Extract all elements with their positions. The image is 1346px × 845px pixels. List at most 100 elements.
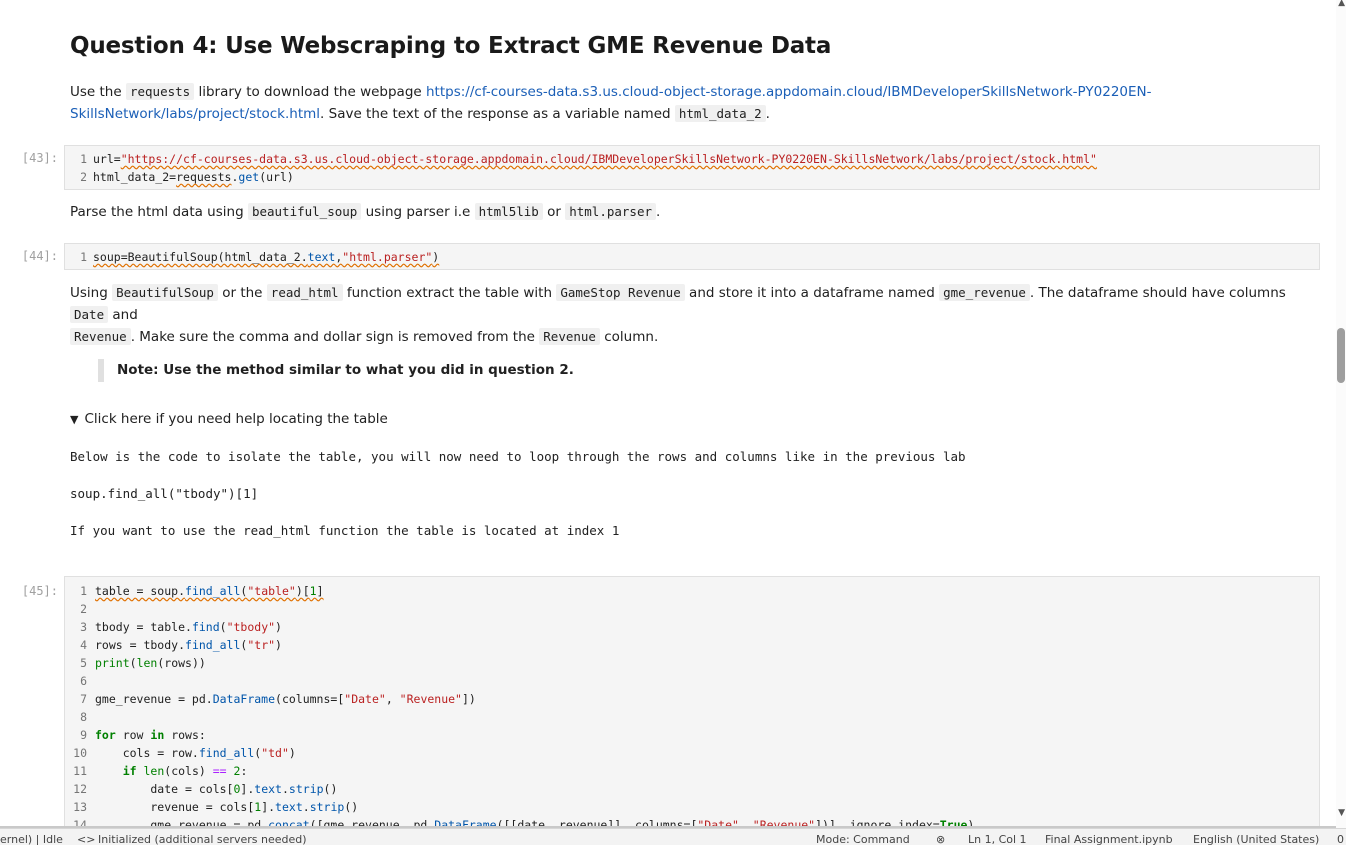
gme-revenue-code: gme_revenue xyxy=(939,284,1030,301)
code-token: requests xyxy=(176,170,232,184)
line-number: 6 xyxy=(80,674,87,688)
line-number: 10 xyxy=(73,746,87,760)
parse-text-2: using parser i.e xyxy=(365,204,471,220)
code-text: soup=BeautifulSoup(html_data_2.text,"htm… xyxy=(93,248,439,266)
line-number: 3 xyxy=(80,620,87,634)
code-line: 5 print(len(rows)) xyxy=(65,654,1319,672)
code-text: if len(cols) == 2: xyxy=(122,764,248,778)
code-line: 10 cols = row.find_all("td") xyxy=(65,744,1319,762)
line-number: 2 xyxy=(80,170,87,184)
triangle-down-icon: ▼ xyxy=(70,413,79,426)
code-text: rows = tbody.find_all("tr") xyxy=(95,638,282,652)
code-line: 2 xyxy=(65,600,1319,618)
code-line: 9 for row in rows: xyxy=(65,726,1319,744)
details-text-2: soup.find_all("tbody")[1] xyxy=(70,486,259,501)
scroll-down-icon[interactable]: ▼ xyxy=(1338,808,1345,818)
details-text-1: Below is the code to isolate the table, … xyxy=(70,449,966,464)
close-circle-icon[interactable]: ⊗ xyxy=(936,833,945,845)
notification-count[interactable]: 0 xyxy=(1337,833,1344,845)
code-token: url= xyxy=(93,152,121,166)
html5lib-code: html5lib xyxy=(474,203,543,220)
code-token: get xyxy=(238,170,260,184)
code-text: url="https://cf-courses-data.s3.us.cloud… xyxy=(93,150,1097,168)
code-text: html_data_2=requests.get(url) xyxy=(93,168,294,186)
code-cell-43[interactable]: 1 url="https://cf-courses-data.s3.us.clo… xyxy=(64,145,1320,190)
using-text: Using xyxy=(70,285,108,301)
code-line: 1 soup=BeautifulSoup(html_data_2.text,"h… xyxy=(65,248,1319,266)
read-html-code: read_html xyxy=(266,284,343,301)
code-line: 2 html_data_2=requests.get(url) xyxy=(65,168,1319,186)
cell-45-prompt: [45]: xyxy=(21,584,58,598)
code-line: 1 url="https://cf-courses-data.s3.us.clo… xyxy=(65,150,1319,168)
code-token: html_data_2= xyxy=(93,170,177,184)
using-text: column. xyxy=(604,329,659,345)
code-token: soup=BeautifulSoup(html_data_2. xyxy=(93,250,308,264)
using-text: and store it into a dataframe named xyxy=(689,285,935,301)
revenue-code: Revenue xyxy=(70,328,131,345)
link-part-1: https://cf-courses-data.s3.us.cloud-obje… xyxy=(426,84,1152,100)
code-token: "html.parser" xyxy=(342,250,433,264)
details-summary[interactable]: ▼ Click here if you need help locating th… xyxy=(70,409,388,430)
status-bar: ernel) | Idle <> Initialized (additional… xyxy=(0,828,1346,845)
date-code: Date xyxy=(70,306,109,323)
parse-text-4: . xyxy=(656,204,661,220)
code-cell-45[interactable]: 1 table = soup.find_all("table")[1] 2 3 tb… xyxy=(64,576,1320,828)
line-number: 7 xyxy=(80,692,87,706)
code-text: for row in rows: xyxy=(95,728,206,742)
line-number: 4 xyxy=(80,638,87,652)
scrollbar-thumb[interactable] xyxy=(1337,328,1345,383)
using-paragraph: Using BeautifulSoup or the read_html fun… xyxy=(70,282,1310,348)
url-string: "https://cf-courses-data.s3.us.cloud-obj… xyxy=(120,152,1097,166)
using-text: . The dataframe should have columns xyxy=(1029,285,1286,301)
lsp-status[interactable]: Initialized (additional servers needed) xyxy=(98,833,307,845)
html-parser-code: html.parser xyxy=(565,203,657,220)
question-heading: Question 4: Use Webscraping to Extract G… xyxy=(70,33,832,59)
code-cell-44[interactable]: 1 soup=BeautifulSoup(html_data_2.text,"h… xyxy=(64,243,1320,270)
code-text: date = cols[0].text.strip() xyxy=(95,782,338,796)
vertical-scrollbar[interactable]: ▲ ▼ xyxy=(1336,0,1346,828)
code-text: print(len(rows)) xyxy=(95,656,206,670)
link-part-2: SkillsNetwork/labs/project/stock.html xyxy=(70,106,321,122)
beautifulsoup-code: BeautifulSoup xyxy=(112,284,218,301)
code-line: 11 if len(cols) == 2: xyxy=(65,762,1319,780)
file-name: Final Assignment.ipynb xyxy=(1045,833,1173,845)
using-text: and xyxy=(112,307,138,323)
code-line: 3 tbody = table.find("tbody") xyxy=(65,618,1319,636)
intro-text-3: . Save the text of the response as a var… xyxy=(320,106,671,122)
details-text-3: If you want to use the read_html functio… xyxy=(70,523,620,538)
line-number: 5 xyxy=(80,656,87,670)
code-line: 4 rows = tbody.find_all("tr") xyxy=(65,636,1319,654)
notebook-panel: Question 4: Use Webscraping to Extract G… xyxy=(0,0,1336,828)
cell-44-prompt: [44]: xyxy=(21,249,58,263)
code-line: 1 table = soup.find_all("table")[1] xyxy=(65,582,1319,600)
code-line: 7 gme_revenue = pd.DataFrame(columns=["Da… xyxy=(65,690,1319,708)
mode-status: Mode: Command xyxy=(816,833,910,845)
cursor-position[interactable]: Ln 1, Col 1 xyxy=(968,833,1027,845)
summary-text: Click here if you need help locating the… xyxy=(84,411,388,427)
intro-text-2: library to download the webpage xyxy=(198,84,422,100)
code-token: (url) xyxy=(259,170,294,184)
line-number: 13 xyxy=(73,800,87,814)
code-text: gme_revenue = pd.DataFrame(columns=["Dat… xyxy=(95,692,476,706)
scroll-up-icon[interactable]: ▲ xyxy=(1338,0,1345,8)
line-number: 12 xyxy=(73,782,87,796)
code-line: 13 revenue = cols[1].text.strip() xyxy=(65,798,1319,816)
code-line: 8 xyxy=(65,708,1319,726)
intro-paragraph: Use the requests library to download the… xyxy=(70,81,1270,125)
kernel-status[interactable]: ernel) | Idle xyxy=(0,833,63,845)
parse-text-1: Parse the html data using xyxy=(70,204,244,220)
code-text: cols = row.find_all("td") xyxy=(95,746,296,760)
parse-text-3: or xyxy=(547,204,561,220)
note-blockquote: Note: Use the method similar to what you… xyxy=(98,359,574,382)
using-text: . Make sure the comma and dollar sign is… xyxy=(130,329,535,345)
language-status[interactable]: English (United States) xyxy=(1193,833,1319,845)
code-line: 12 date = cols[0].text.strip() xyxy=(65,780,1319,798)
line-number: 1 xyxy=(80,584,87,598)
code-token: ) xyxy=(432,250,440,264)
parse-paragraph: Parse the html data using beautiful_soup… xyxy=(70,201,660,223)
code-text: tbody = table.find("tbody") xyxy=(95,620,282,634)
line-number: 1 xyxy=(80,152,87,166)
gamestop-revenue-code: GameStop Revenue xyxy=(556,284,685,301)
intro-text-4: . xyxy=(765,106,770,122)
using-text: or the xyxy=(222,285,263,301)
